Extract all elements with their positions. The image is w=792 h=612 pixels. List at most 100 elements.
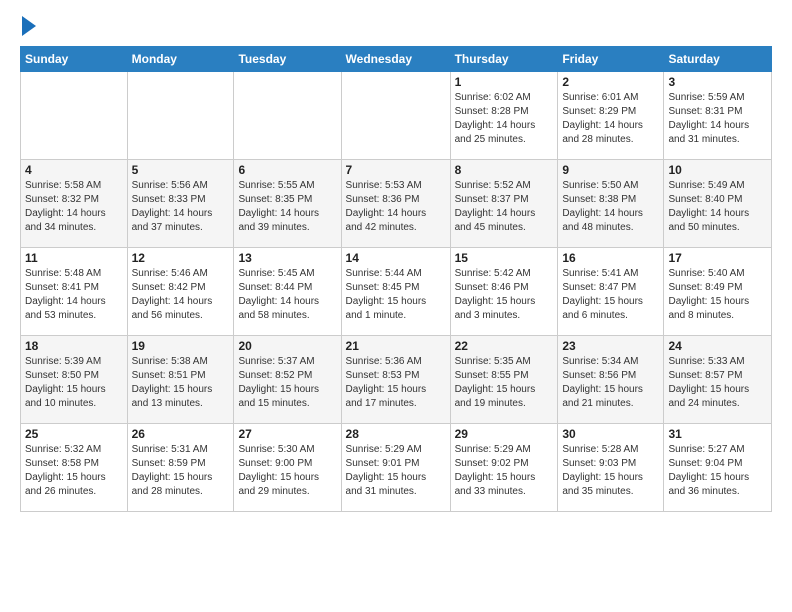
day-number: 18 [25,339,123,353]
day-number: 29 [455,427,554,441]
day-cell [127,72,234,160]
day-number: 1 [455,75,554,89]
day-number: 28 [346,427,446,441]
day-number: 22 [455,339,554,353]
day-cell: 18 Sunrise: 5:39 AM Sunset: 8:50 PM Dayli… [21,336,128,424]
day-cell: 12Sunrise: 5:46 AM Sunset: 8:42 PM Dayli… [127,248,234,336]
week-row-5: 25 Sunrise: 5:32 AM Sunset: 8:58 PM Dayli… [21,424,772,512]
day-info: Sunrise: 5:44 AM Sunset: 8:45 PM Dayligh… [346,267,446,323]
logo [20,16,36,36]
day-info: Sunrise: 5:40 AM Sunset: 8:49 PM Dayligh… [668,267,767,323]
day-number: 11 [25,251,123,265]
weekday-monday: Monday [127,47,234,72]
day-info: Sunrise: 5:53 AM Sunset: 8:36 PM Dayligh… [346,179,446,235]
header [20,16,772,36]
day-number: 5 [132,163,230,177]
day-info: Sunrise: 5:55 AM Sunset: 8:35 PM Dayligh… [238,179,336,235]
day-number: 4 [25,163,123,177]
day-number: 19 [132,339,230,353]
day-cell [21,72,128,160]
day-cell: 8 Sunrise: 5:52 AM Sunset: 8:37 PM Daylig… [450,160,558,248]
week-row-3: 11 Sunrise: 5:48 AM Sunset: 8:41 PM Dayli… [21,248,772,336]
day-number: 15 [455,251,554,265]
day-info: Sunrise: 5:58 AM Sunset: 8:32 PM Dayligh… [25,179,123,235]
day-cell: 9Sunrise: 5:50 AM Sunset: 8:38 PM Daylig… [558,160,664,248]
day-number: 9 [562,163,659,177]
day-cell: 17 Sunrise: 5:40 AM Sunset: 8:49 PM Dayli… [664,248,772,336]
calendar-table: SundayMondayTuesdayWednesdayThursdayFrid… [20,46,772,512]
day-cell: 31 Sunrise: 5:27 AM Sunset: 9:04 PM Dayli… [664,424,772,512]
day-cell: 26Sunrise: 5:31 AM Sunset: 8:59 PM Dayli… [127,424,234,512]
day-number: 31 [668,427,767,441]
day-info: Sunrise: 5:33 AM Sunset: 8:57 PM Dayligh… [668,355,767,411]
day-number: 17 [668,251,767,265]
day-info: Sunrise: 5:32 AM Sunset: 8:58 PM Dayligh… [25,443,123,499]
day-info: Sunrise: 5:35 AM Sunset: 8:55 PM Dayligh… [455,355,554,411]
day-info: Sunrise: 5:28 AM Sunset: 9:03 PM Dayligh… [562,443,659,499]
day-cell: 28 Sunrise: 5:29 AM Sunset: 9:01 PM Dayli… [341,424,450,512]
day-cell: 5 Sunrise: 5:56 AM Sunset: 8:33 PM Daylig… [127,160,234,248]
day-info: Sunrise: 5:36 AM Sunset: 8:53 PM Dayligh… [346,355,446,411]
day-info: Sunrise: 5:29 AM Sunset: 9:02 PM Dayligh… [455,443,554,499]
week-row-4: 18 Sunrise: 5:39 AM Sunset: 8:50 PM Dayli… [21,336,772,424]
day-number: 30 [562,427,659,441]
day-number: 16 [562,251,659,265]
calendar-page: SundayMondayTuesdayWednesdayThursdayFrid… [0,0,792,612]
weekday-tuesday: Tuesday [234,47,341,72]
day-cell: 23Sunrise: 5:34 AM Sunset: 8:56 PM Dayli… [558,336,664,424]
weekday-sunday: Sunday [21,47,128,72]
day-number: 3 [668,75,767,89]
day-cell: 7 Sunrise: 5:53 AM Sunset: 8:36 PM Daylig… [341,160,450,248]
weekday-header-row: SundayMondayTuesdayWednesdayThursdayFrid… [21,47,772,72]
day-cell: 14 Sunrise: 5:44 AM Sunset: 8:45 PM Dayli… [341,248,450,336]
day-cell: 15 Sunrise: 5:42 AM Sunset: 8:46 PM Dayli… [450,248,558,336]
weekday-thursday: Thursday [450,47,558,72]
day-number: 8 [455,163,554,177]
day-cell: 3 Sunrise: 5:59 AM Sunset: 8:31 PM Daylig… [664,72,772,160]
day-number: 13 [238,251,336,265]
day-number: 24 [668,339,767,353]
day-number: 26 [132,427,230,441]
day-info: Sunrise: 5:34 AM Sunset: 8:56 PM Dayligh… [562,355,659,411]
day-cell: 24 Sunrise: 5:33 AM Sunset: 8:57 PM Dayli… [664,336,772,424]
day-cell: 19Sunrise: 5:38 AM Sunset: 8:51 PM Dayli… [127,336,234,424]
logo-text [20,16,36,36]
day-cell: 13Sunrise: 5:45 AM Sunset: 8:44 PM Dayli… [234,248,341,336]
day-info: Sunrise: 5:52 AM Sunset: 8:37 PM Dayligh… [455,179,554,235]
day-cell: 29 Sunrise: 5:29 AM Sunset: 9:02 PM Dayli… [450,424,558,512]
weekday-wednesday: Wednesday [341,47,450,72]
day-number: 14 [346,251,446,265]
day-cell: 25 Sunrise: 5:32 AM Sunset: 8:58 PM Dayli… [21,424,128,512]
day-cell [234,72,341,160]
day-info: Sunrise: 5:56 AM Sunset: 8:33 PM Dayligh… [132,179,230,235]
week-row-2: 4 Sunrise: 5:58 AM Sunset: 8:32 PM Daylig… [21,160,772,248]
day-cell: 10Sunrise: 5:49 AM Sunset: 8:40 PM Dayli… [664,160,772,248]
day-number: 12 [132,251,230,265]
calendar-body: 1Sunrise: 6:02 AM Sunset: 8:28 PM Daylig… [21,72,772,512]
day-info: Sunrise: 5:48 AM Sunset: 8:41 PM Dayligh… [25,267,123,323]
day-info: Sunrise: 5:39 AM Sunset: 8:50 PM Dayligh… [25,355,123,411]
day-info: Sunrise: 5:42 AM Sunset: 8:46 PM Dayligh… [455,267,554,323]
logo-icon [22,16,36,36]
day-number: 2 [562,75,659,89]
day-number: 7 [346,163,446,177]
day-number: 6 [238,163,336,177]
day-cell: 4 Sunrise: 5:58 AM Sunset: 8:32 PM Daylig… [21,160,128,248]
day-info: Sunrise: 5:59 AM Sunset: 8:31 PM Dayligh… [668,91,767,147]
week-row-1: 1Sunrise: 6:02 AM Sunset: 8:28 PM Daylig… [21,72,772,160]
day-number: 21 [346,339,446,353]
day-info: Sunrise: 5:29 AM Sunset: 9:01 PM Dayligh… [346,443,446,499]
day-cell: 16Sunrise: 5:41 AM Sunset: 8:47 PM Dayli… [558,248,664,336]
calendar-header: SundayMondayTuesdayWednesdayThursdayFrid… [21,47,772,72]
day-cell: 22 Sunrise: 5:35 AM Sunset: 8:55 PM Dayli… [450,336,558,424]
day-cell: 1Sunrise: 6:02 AM Sunset: 8:28 PM Daylig… [450,72,558,160]
day-info: Sunrise: 5:49 AM Sunset: 8:40 PM Dayligh… [668,179,767,235]
day-number: 27 [238,427,336,441]
day-number: 25 [25,427,123,441]
day-info: Sunrise: 6:01 AM Sunset: 8:29 PM Dayligh… [562,91,659,147]
day-info: Sunrise: 5:37 AM Sunset: 8:52 PM Dayligh… [238,355,336,411]
weekday-saturday: Saturday [664,47,772,72]
day-number: 20 [238,339,336,353]
day-cell: 30 Sunrise: 5:28 AM Sunset: 9:03 PM Dayli… [558,424,664,512]
day-info: Sunrise: 5:27 AM Sunset: 9:04 PM Dayligh… [668,443,767,499]
